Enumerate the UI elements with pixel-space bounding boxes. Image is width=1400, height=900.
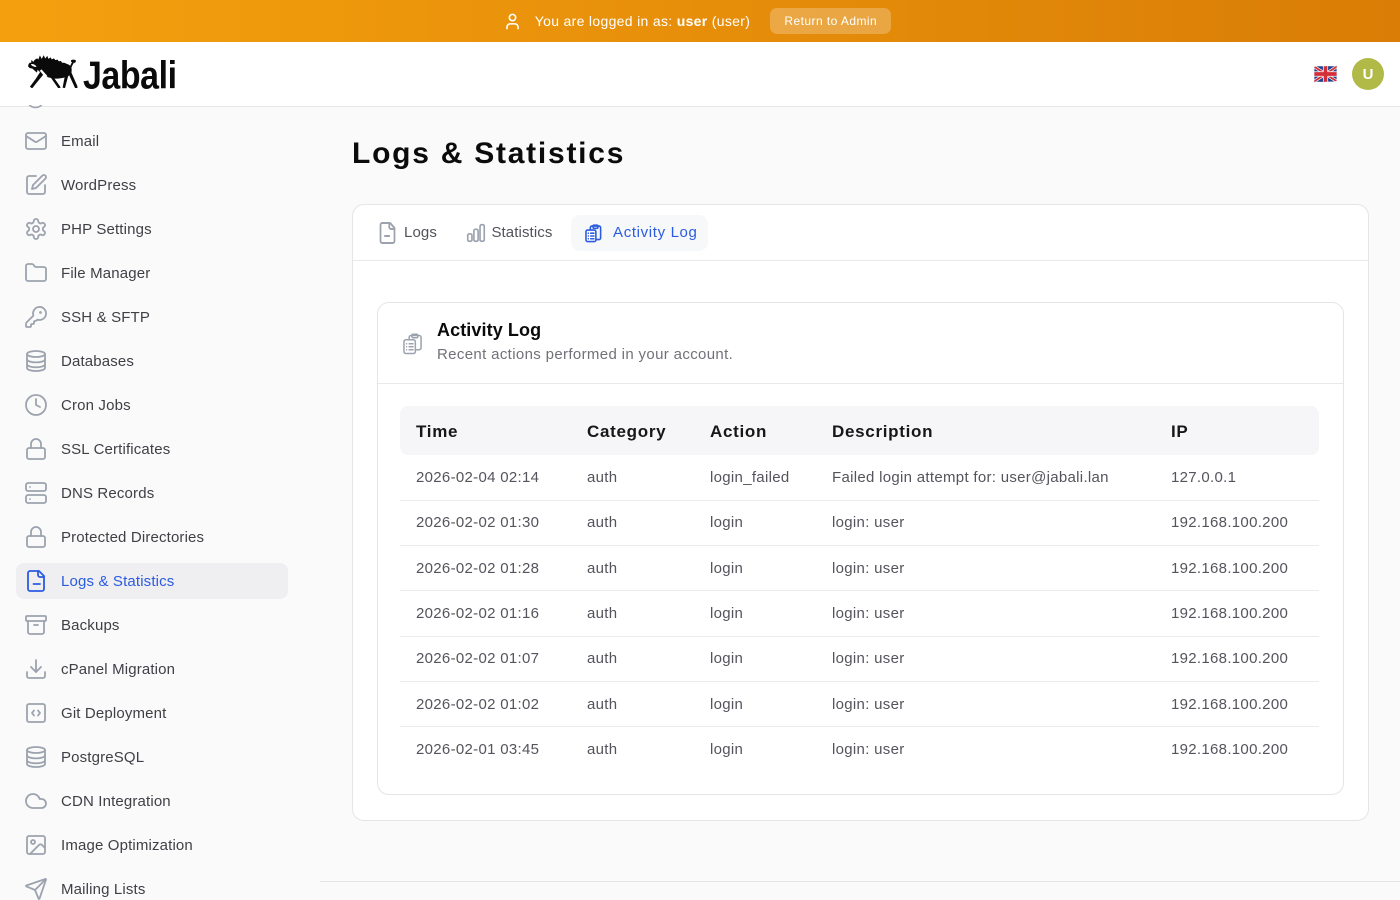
svg-text:Jabali: Jabali xyxy=(83,53,177,97)
